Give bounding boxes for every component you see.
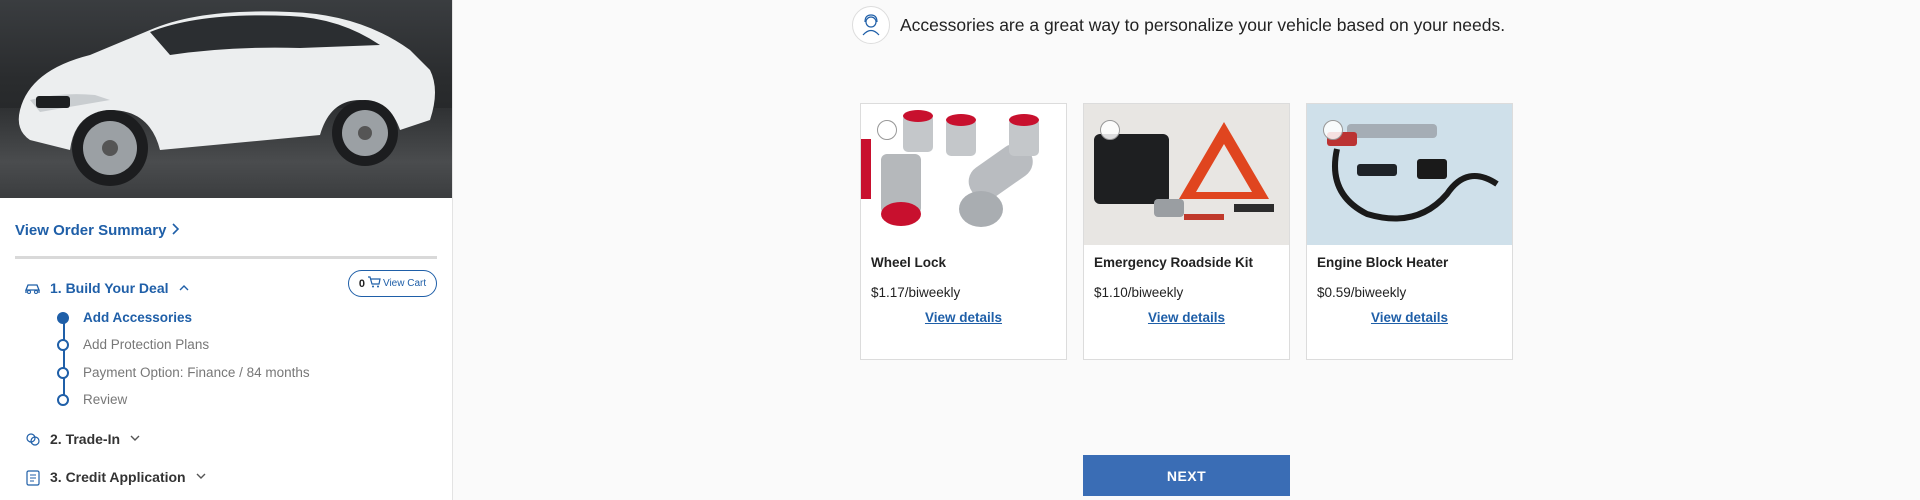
advisor-avatar-icon bbox=[852, 6, 890, 44]
cart-count: 0 bbox=[358, 277, 365, 290]
main-content: Accessories are a great way to personali… bbox=[453, 0, 1920, 500]
substep-label: Add Protection Plans bbox=[83, 337, 210, 352]
accessory-price: $1.17/biweekly bbox=[871, 285, 961, 300]
substep-add-protection-plans[interactable]: Add Protection Plans bbox=[57, 337, 209, 352]
engine-block-heater-image bbox=[1307, 104, 1512, 245]
wheel-lock-image bbox=[861, 104, 1066, 245]
step-label: 3. Credit Application bbox=[50, 469, 186, 485]
substep-dot bbox=[57, 311, 69, 324]
step-build-your-deal[interactable]: 1. Build Your Deal bbox=[24, 279, 189, 297]
car-icon bbox=[24, 279, 42, 297]
substep-connector bbox=[63, 318, 65, 400]
substep-label: Review bbox=[83, 392, 128, 407]
app: View Order Summary 1. Build Your Deal 0 … bbox=[0, 0, 1920, 500]
chevron-down-icon bbox=[196, 471, 206, 483]
select-radio[interactable] bbox=[877, 120, 897, 140]
emergency-roadside-kit-image bbox=[1084, 104, 1289, 245]
step-credit-application[interactable]: 3. Credit Application bbox=[24, 468, 206, 486]
accessory-price: $0.59/biweekly bbox=[1317, 285, 1407, 300]
substep-dot bbox=[57, 338, 69, 351]
substep-payment-option[interactable]: Payment Option: Finance / 84 months bbox=[57, 365, 310, 380]
progress-divider bbox=[15, 256, 437, 259]
select-radio[interactable] bbox=[1323, 120, 1343, 140]
substep-dot bbox=[57, 393, 69, 406]
accessory-price: $1.10/biweekly bbox=[1094, 285, 1184, 300]
step-label: 1. Build Your Deal bbox=[50, 280, 169, 296]
substep-add-accessories[interactable]: Add Accessories bbox=[57, 310, 192, 325]
intro-message: Accessories are a great way to personali… bbox=[852, 6, 1505, 44]
step-trade-in[interactable]: 2. Trade-In bbox=[24, 430, 140, 448]
clipboard-icon bbox=[24, 468, 42, 486]
accessory-card[interactable]: Engine Block Heater $0.59/biweekly View … bbox=[1306, 103, 1513, 360]
accessory-card[interactable]: Wheel Lock $1.17/biweekly View details bbox=[860, 103, 1067, 360]
accessory-name: Emergency Roadside Kit bbox=[1094, 255, 1254, 270]
substep-dot bbox=[57, 366, 69, 379]
view-details-link[interactable]: View details bbox=[1084, 310, 1289, 325]
substep-review[interactable]: Review bbox=[57, 392, 127, 407]
view-details-link[interactable]: View details bbox=[861, 310, 1066, 325]
accessory-name: Engine Block Heater bbox=[1317, 255, 1449, 270]
view-cart-label: View Cart bbox=[382, 278, 427, 289]
substep-label: Payment Option: Finance / 84 months bbox=[83, 365, 310, 380]
trade-in-icon bbox=[24, 430, 42, 448]
chevron-down-icon bbox=[130, 433, 140, 445]
select-radio[interactable] bbox=[1100, 120, 1120, 140]
accessory-card[interactable]: Emergency Roadside Kit $1.10/biweekly Vi… bbox=[1083, 103, 1290, 360]
chevron-up-icon bbox=[179, 282, 189, 294]
view-cart-button[interactable]: 0 View Cart bbox=[348, 270, 437, 297]
step-label: 2. Trade-In bbox=[50, 431, 121, 447]
accessory-name: Wheel Lock bbox=[871, 255, 947, 270]
sidebar: View Order Summary 1. Build Your Deal 0 … bbox=[0, 0, 453, 500]
substep-label: Add Accessories bbox=[83, 310, 193, 325]
vehicle-image bbox=[0, 0, 452, 198]
next-button[interactable]: NEXT bbox=[1083, 455, 1290, 496]
view-details-link[interactable]: View details bbox=[1307, 310, 1512, 325]
intro-text: Accessories are a great way to personali… bbox=[900, 14, 1506, 35]
cart-icon bbox=[367, 276, 381, 291]
order-summary-label: View Order Summary bbox=[15, 222, 167, 239]
chevron-right-icon bbox=[172, 222, 180, 239]
view-order-summary-link[interactable]: View Order Summary bbox=[15, 222, 180, 239]
